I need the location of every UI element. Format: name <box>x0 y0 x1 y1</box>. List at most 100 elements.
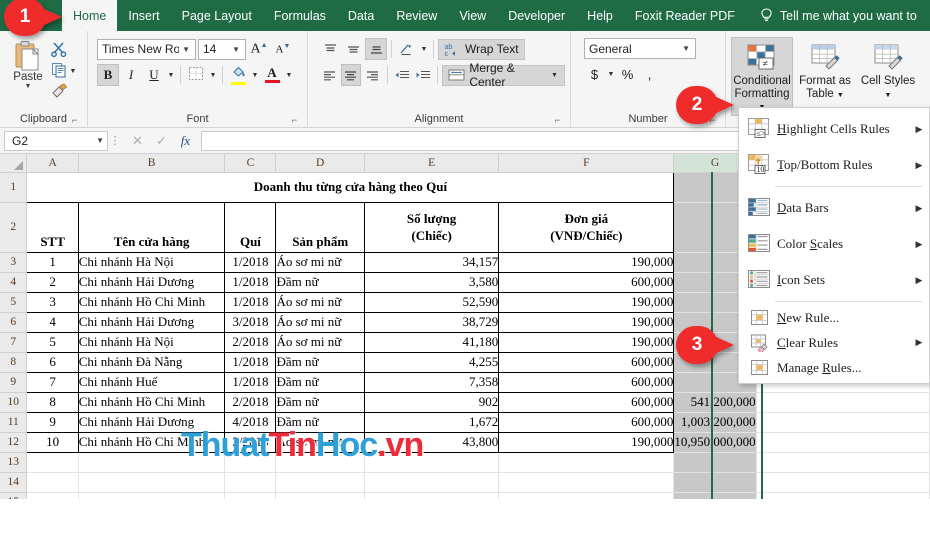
tab-insert[interactable]: Insert <box>117 0 170 31</box>
font-color-caret-icon[interactable]: ▼ <box>284 72 294 79</box>
cell-a7[interactable]: 5 <box>26 331 79 353</box>
cell-h13[interactable] <box>756 452 930 473</box>
cell-f15[interactable] <box>498 492 675 499</box>
cell-f6[interactable]: 190,000 <box>498 311 675 333</box>
cell-b11[interactable]: Chi nhánh Hải Dương <box>77 411 226 433</box>
accounting-format-button[interactable]: $ <box>584 64 605 85</box>
menu-item-icon-sets[interactable]: Icon Sets ▶ <box>739 262 929 298</box>
cell-d15[interactable] <box>275 492 365 499</box>
cell-c10[interactable]: 2/2018 <box>224 391 277 413</box>
orientation-caret-icon[interactable]: ▼ <box>419 46 429 53</box>
cell-f3[interactable]: 190,000 <box>498 251 675 273</box>
accounting-caret-icon[interactable]: ▼ <box>606 71 616 78</box>
row-header-13[interactable]: 13 <box>0 452 28 473</box>
align-middle-button[interactable] <box>342 38 364 60</box>
number-format-combo[interactable]: General ▼ <box>584 38 696 59</box>
tab-home[interactable]: Home <box>62 0 118 31</box>
cell-h15[interactable] <box>756 492 930 499</box>
menu-item-top-bottom-rules[interactable]: 10 Top/Bottom Rules ▶ <box>739 147 929 183</box>
align-bottom-button[interactable] <box>365 38 387 60</box>
cell-b14[interactable] <box>78 472 226 493</box>
cell-b9[interactable]: Chi nhánh Huế <box>77 371 226 393</box>
cell-f4[interactable]: 600,000 <box>498 271 675 293</box>
cell-f5[interactable]: 190,000 <box>498 291 675 313</box>
cell-g10[interactable]: 541,200,000 <box>673 392 757 413</box>
cell-d5[interactable]: Áo sơ mi nữ <box>275 291 365 313</box>
copy-caret-icon[interactable]: ▼ <box>68 68 78 75</box>
percent-style-button[interactable]: % <box>617 64 638 85</box>
cell-f8[interactable]: 600,000 <box>498 351 675 373</box>
cell-d14[interactable] <box>275 472 365 493</box>
cell-e2[interactable]: Số lượng (Chiếc) <box>363 201 500 253</box>
row-header-15[interactable]: 15 <box>0 492 28 499</box>
cell-f12[interactable]: 190,000 <box>498 431 675 453</box>
cell-c7[interactable]: 2/2018 <box>224 331 277 353</box>
cell-f7[interactable]: 190,000 <box>498 331 675 353</box>
number-format-caret-icon[interactable]: ▼ <box>679 44 693 53</box>
cell-d2[interactable]: Sản phẩm <box>275 201 365 253</box>
cell-d12[interactable]: Áo sơ mi nữ <box>275 431 365 453</box>
column-header-f[interactable]: F <box>498 154 675 173</box>
tab-developer[interactable]: Developer <box>497 0 576 31</box>
format-painter-button[interactable] <box>51 82 78 101</box>
cell-e7[interactable]: 41,180 <box>363 331 500 353</box>
conditional-formatting-menu[interactable]: ≤> Highlight Cells Rules ▶ 10 Top/Bottom… <box>738 107 930 384</box>
menu-item-color-scales[interactable]: Color Scales ▶ <box>739 226 929 262</box>
tab-foxit-reader-pdf[interactable]: Foxit Reader PDF <box>624 0 746 31</box>
row-header-11[interactable]: 11 <box>0 412 28 433</box>
increase-indent-button[interactable] <box>413 64 434 86</box>
menu-item-new-rule[interactable]: New Rule... <box>739 305 929 330</box>
borders-button[interactable] <box>185 64 207 86</box>
merge-center-caret-icon[interactable]: ▼ <box>550 72 559 79</box>
cell-d6[interactable]: Áo sơ mi nữ <box>275 311 365 333</box>
cell-c11[interactable]: 4/2018 <box>224 411 277 433</box>
cell-f13[interactable] <box>498 452 675 473</box>
cell-f2[interactable]: Đơn giá (VNĐ/Chiếc) <box>498 201 675 253</box>
cell-a15[interactable] <box>26 492 79 499</box>
cell-e3[interactable]: 34,157 <box>363 251 500 273</box>
cell-styles-button[interactable]: Cell Styles ▼ <box>857 37 919 116</box>
menu-item-clear-rules[interactable]: Clear Rules ▶ <box>739 330 929 355</box>
cell-f9[interactable]: 600,000 <box>498 371 675 393</box>
tab-help[interactable]: Help <box>576 0 624 31</box>
cell-g14[interactable] <box>673 472 757 493</box>
cell-d3[interactable]: Áo sơ mi nữ <box>275 251 365 273</box>
cell-a9[interactable]: 7 <box>26 371 79 393</box>
cell-b6[interactable]: Chi nhánh Hải Dương <box>77 311 226 333</box>
cell-e8[interactable]: 4,255 <box>363 351 500 373</box>
font-color-button[interactable]: A <box>261 64 283 86</box>
copy-button[interactable]: ▼ <box>51 62 78 80</box>
cell-f10[interactable]: 600,000 <box>498 391 675 413</box>
paste-caret-icon[interactable]: ▼ <box>25 83 32 90</box>
select-all-corner[interactable] <box>0 154 28 173</box>
cell-a8[interactable]: 6 <box>26 351 79 373</box>
clipboard-dialog-launcher[interactable]: ⌐ <box>70 116 79 125</box>
column-header-c[interactable]: C <box>224 154 277 173</box>
cell-b13[interactable] <box>78 452 226 473</box>
font-name-caret-icon[interactable]: ▼ <box>179 45 193 54</box>
cell-e5[interactable]: 52,590 <box>363 291 500 313</box>
cell-b10[interactable]: Chi nhánh Hồ Chi Minh <box>77 391 226 413</box>
row-header-9[interactable]: 9 <box>0 372 28 393</box>
row-header-4[interactable]: 4 <box>0 272 28 293</box>
cell-e6[interactable]: 38,729 <box>363 311 500 333</box>
cell-c8[interactable]: 1/2018 <box>224 351 277 373</box>
cell-c3[interactable]: 1/2018 <box>224 251 277 273</box>
borders-caret-icon[interactable]: ▼ <box>208 72 218 79</box>
cell-b5[interactable]: Chi nhánh Hồ Chi Minh <box>77 291 226 313</box>
cancel-formula-button[interactable]: ✕ <box>126 131 149 151</box>
align-left-button[interactable] <box>319 64 340 86</box>
underline-button[interactable]: U <box>143 64 165 86</box>
cell-f14[interactable] <box>498 472 675 493</box>
cut-button[interactable] <box>51 41 78 59</box>
cell-c6[interactable]: 3/2018 <box>224 311 277 333</box>
insert-function-button[interactable]: fx <box>174 131 197 151</box>
tell-me-search[interactable]: Tell me what you want to <box>760 0 917 31</box>
cell-e15[interactable] <box>364 492 500 499</box>
menu-item-data-bars[interactable]: Data Bars ▶ <box>739 190 929 226</box>
cell-h10[interactable] <box>756 392 930 413</box>
merge-and-center-button[interactable]: Merge & Center ▼ <box>442 61 566 89</box>
row-header-7[interactable]: 7 <box>0 332 28 353</box>
fill-color-caret-icon[interactable]: ▼ <box>250 72 260 79</box>
cell-g13[interactable] <box>673 452 757 473</box>
